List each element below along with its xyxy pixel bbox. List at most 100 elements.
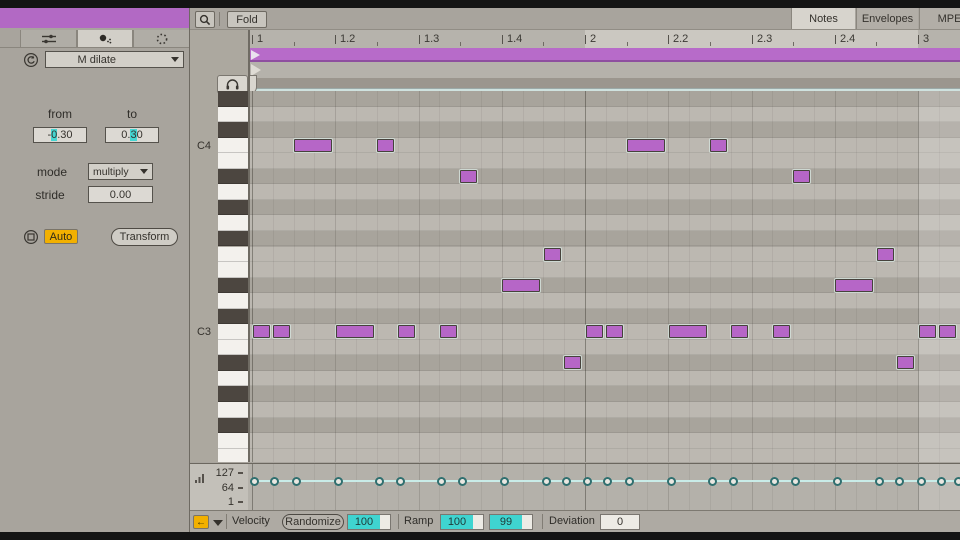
loop-start-marker-icon[interactable] bbox=[251, 50, 260, 60]
velocity-marker[interactable] bbox=[875, 477, 884, 486]
tab-transform[interactable] bbox=[77, 30, 133, 48]
velocity-marker[interactable] bbox=[583, 477, 592, 486]
tab-clip[interactable] bbox=[20, 30, 77, 48]
midi-note-C3[interactable] bbox=[669, 325, 707, 338]
piano-key-F2[interactable] bbox=[218, 433, 248, 449]
midi-note-F3[interactable] bbox=[544, 248, 561, 261]
piano-key-E3[interactable] bbox=[218, 262, 248, 278]
piano-key-G2[interactable] bbox=[218, 402, 248, 418]
velocity-marker[interactable] bbox=[437, 477, 446, 486]
to-field[interactable]: 0.30 bbox=[105, 127, 159, 143]
midi-note-A#3[interactable] bbox=[460, 170, 477, 183]
loop-toggle[interactable] bbox=[23, 229, 39, 250]
mode-dropdown[interactable]: multiply bbox=[88, 163, 153, 180]
randomize-amount-field[interactable]: 100 bbox=[347, 514, 391, 530]
piano-key-D#3[interactable] bbox=[218, 278, 248, 294]
randomize-button[interactable]: Randomize bbox=[282, 514, 344, 530]
note-grid[interactable] bbox=[250, 91, 960, 462]
deviation-field[interactable]: 0 bbox=[600, 514, 640, 530]
tab-notes[interactable]: Notes bbox=[791, 8, 855, 29]
velocity-marker[interactable] bbox=[917, 477, 926, 486]
piano-key-G#3[interactable] bbox=[218, 200, 248, 216]
lane-chooser-caret-icon[interactable] bbox=[213, 520, 223, 526]
piano-key-D#4[interactable] bbox=[218, 91, 248, 107]
midi-note-A#3[interactable] bbox=[793, 170, 810, 183]
fold-button[interactable]: Fold bbox=[227, 11, 267, 28]
lane-fold-button[interactable]: ← bbox=[193, 515, 209, 529]
piano-key-F3[interactable] bbox=[218, 247, 248, 263]
midi-note-A#2[interactable] bbox=[564, 356, 581, 369]
velocity-marker[interactable] bbox=[603, 477, 612, 486]
velocity-marker[interactable] bbox=[791, 477, 800, 486]
piano-key-D3[interactable] bbox=[218, 293, 248, 309]
velocity-marker[interactable] bbox=[375, 477, 384, 486]
velocity-lane[interactable]: 127 64 1 bbox=[190, 463, 960, 510]
midi-note-A#2[interactable] bbox=[897, 356, 914, 369]
tab-mpe[interactable]: MPE bbox=[919, 8, 960, 29]
piano-key-A3[interactable] bbox=[218, 184, 248, 200]
piano-key-F#2[interactable] bbox=[218, 418, 248, 434]
piano-key-D4[interactable] bbox=[218, 107, 248, 123]
midi-note-C4[interactable] bbox=[627, 139, 665, 152]
velocity-marker[interactable] bbox=[729, 477, 738, 486]
velocity-marker[interactable] bbox=[954, 477, 960, 486]
ramp-end-field[interactable]: 99 bbox=[489, 514, 533, 530]
transform-button[interactable]: Transform bbox=[111, 228, 178, 246]
ramp-start-field[interactable]: 100 bbox=[440, 514, 484, 530]
preset-dropdown[interactable]: M dilate bbox=[45, 51, 184, 68]
velocity-marker[interactable] bbox=[542, 477, 551, 486]
beat-time-ruler[interactable]: 11.21.31.422.22.32.43 bbox=[250, 30, 960, 48]
midi-note-C3[interactable] bbox=[731, 325, 748, 338]
velocity-marker[interactable] bbox=[708, 477, 717, 486]
velocity-marker[interactable] bbox=[770, 477, 779, 486]
tab-envelopes[interactable]: Envelopes bbox=[856, 8, 918, 29]
midi-note-C4[interactable] bbox=[294, 139, 332, 152]
velocity-marker[interactable] bbox=[270, 477, 279, 486]
midi-note-C3[interactable] bbox=[919, 325, 936, 338]
midi-note-C3[interactable] bbox=[773, 325, 790, 338]
velocity-marker[interactable] bbox=[292, 477, 301, 486]
velocity-marker[interactable] bbox=[833, 477, 842, 486]
piano-key-C4[interactable] bbox=[218, 138, 248, 154]
piano-key-F#3[interactable] bbox=[218, 231, 248, 247]
velocity-marker[interactable] bbox=[937, 477, 946, 486]
midi-note-D#3[interactable] bbox=[835, 279, 873, 292]
piano-key-C#3[interactable] bbox=[218, 309, 248, 325]
midi-note-C3[interactable] bbox=[253, 325, 270, 338]
midi-note-C3[interactable] bbox=[586, 325, 603, 338]
velocity-marker[interactable] bbox=[625, 477, 634, 486]
midi-note-C3[interactable] bbox=[606, 325, 623, 338]
piano-key-E2[interactable] bbox=[218, 449, 248, 462]
scrub-area[interactable] bbox=[250, 62, 960, 78]
piano-keyboard[interactable] bbox=[218, 91, 248, 462]
velocity-marker[interactable] bbox=[250, 477, 259, 486]
piano-key-A2[interactable] bbox=[218, 371, 248, 387]
piano-key-C3[interactable] bbox=[218, 324, 248, 340]
velocity-marker[interactable] bbox=[562, 477, 571, 486]
midi-note-C3[interactable] bbox=[939, 325, 956, 338]
velocity-marker[interactable] bbox=[334, 477, 343, 486]
piano-key-B3[interactable] bbox=[218, 153, 248, 169]
midi-note-C3[interactable] bbox=[336, 325, 374, 338]
velocity-marker[interactable] bbox=[895, 477, 904, 486]
loop-bar[interactable] bbox=[250, 48, 960, 62]
piano-key-G3[interactable] bbox=[218, 215, 248, 231]
tab-generate[interactable] bbox=[133, 30, 190, 48]
piano-key-C#4[interactable] bbox=[218, 122, 248, 138]
midi-note-C3[interactable] bbox=[273, 325, 290, 338]
auto-button[interactable]: Auto bbox=[44, 229, 78, 244]
piano-key-G#2[interactable] bbox=[218, 386, 248, 402]
stride-field[interactable]: 0.00 bbox=[88, 186, 153, 203]
piano-key-A#2[interactable] bbox=[218, 355, 248, 371]
midi-note-C4[interactable] bbox=[710, 139, 727, 152]
velocity-marker[interactable] bbox=[396, 477, 405, 486]
midi-note-C3[interactable] bbox=[440, 325, 457, 338]
clip-color-header[interactable] bbox=[0, 8, 190, 28]
piano-key-B2[interactable] bbox=[218, 340, 248, 356]
midi-note-F3[interactable] bbox=[877, 248, 894, 261]
velocity-marker[interactable] bbox=[458, 477, 467, 486]
midi-note-C4[interactable] bbox=[377, 139, 394, 152]
magnifier-button[interactable] bbox=[195, 11, 215, 28]
midi-note-C3[interactable] bbox=[398, 325, 415, 338]
from-field[interactable]: -0.30 bbox=[33, 127, 87, 143]
